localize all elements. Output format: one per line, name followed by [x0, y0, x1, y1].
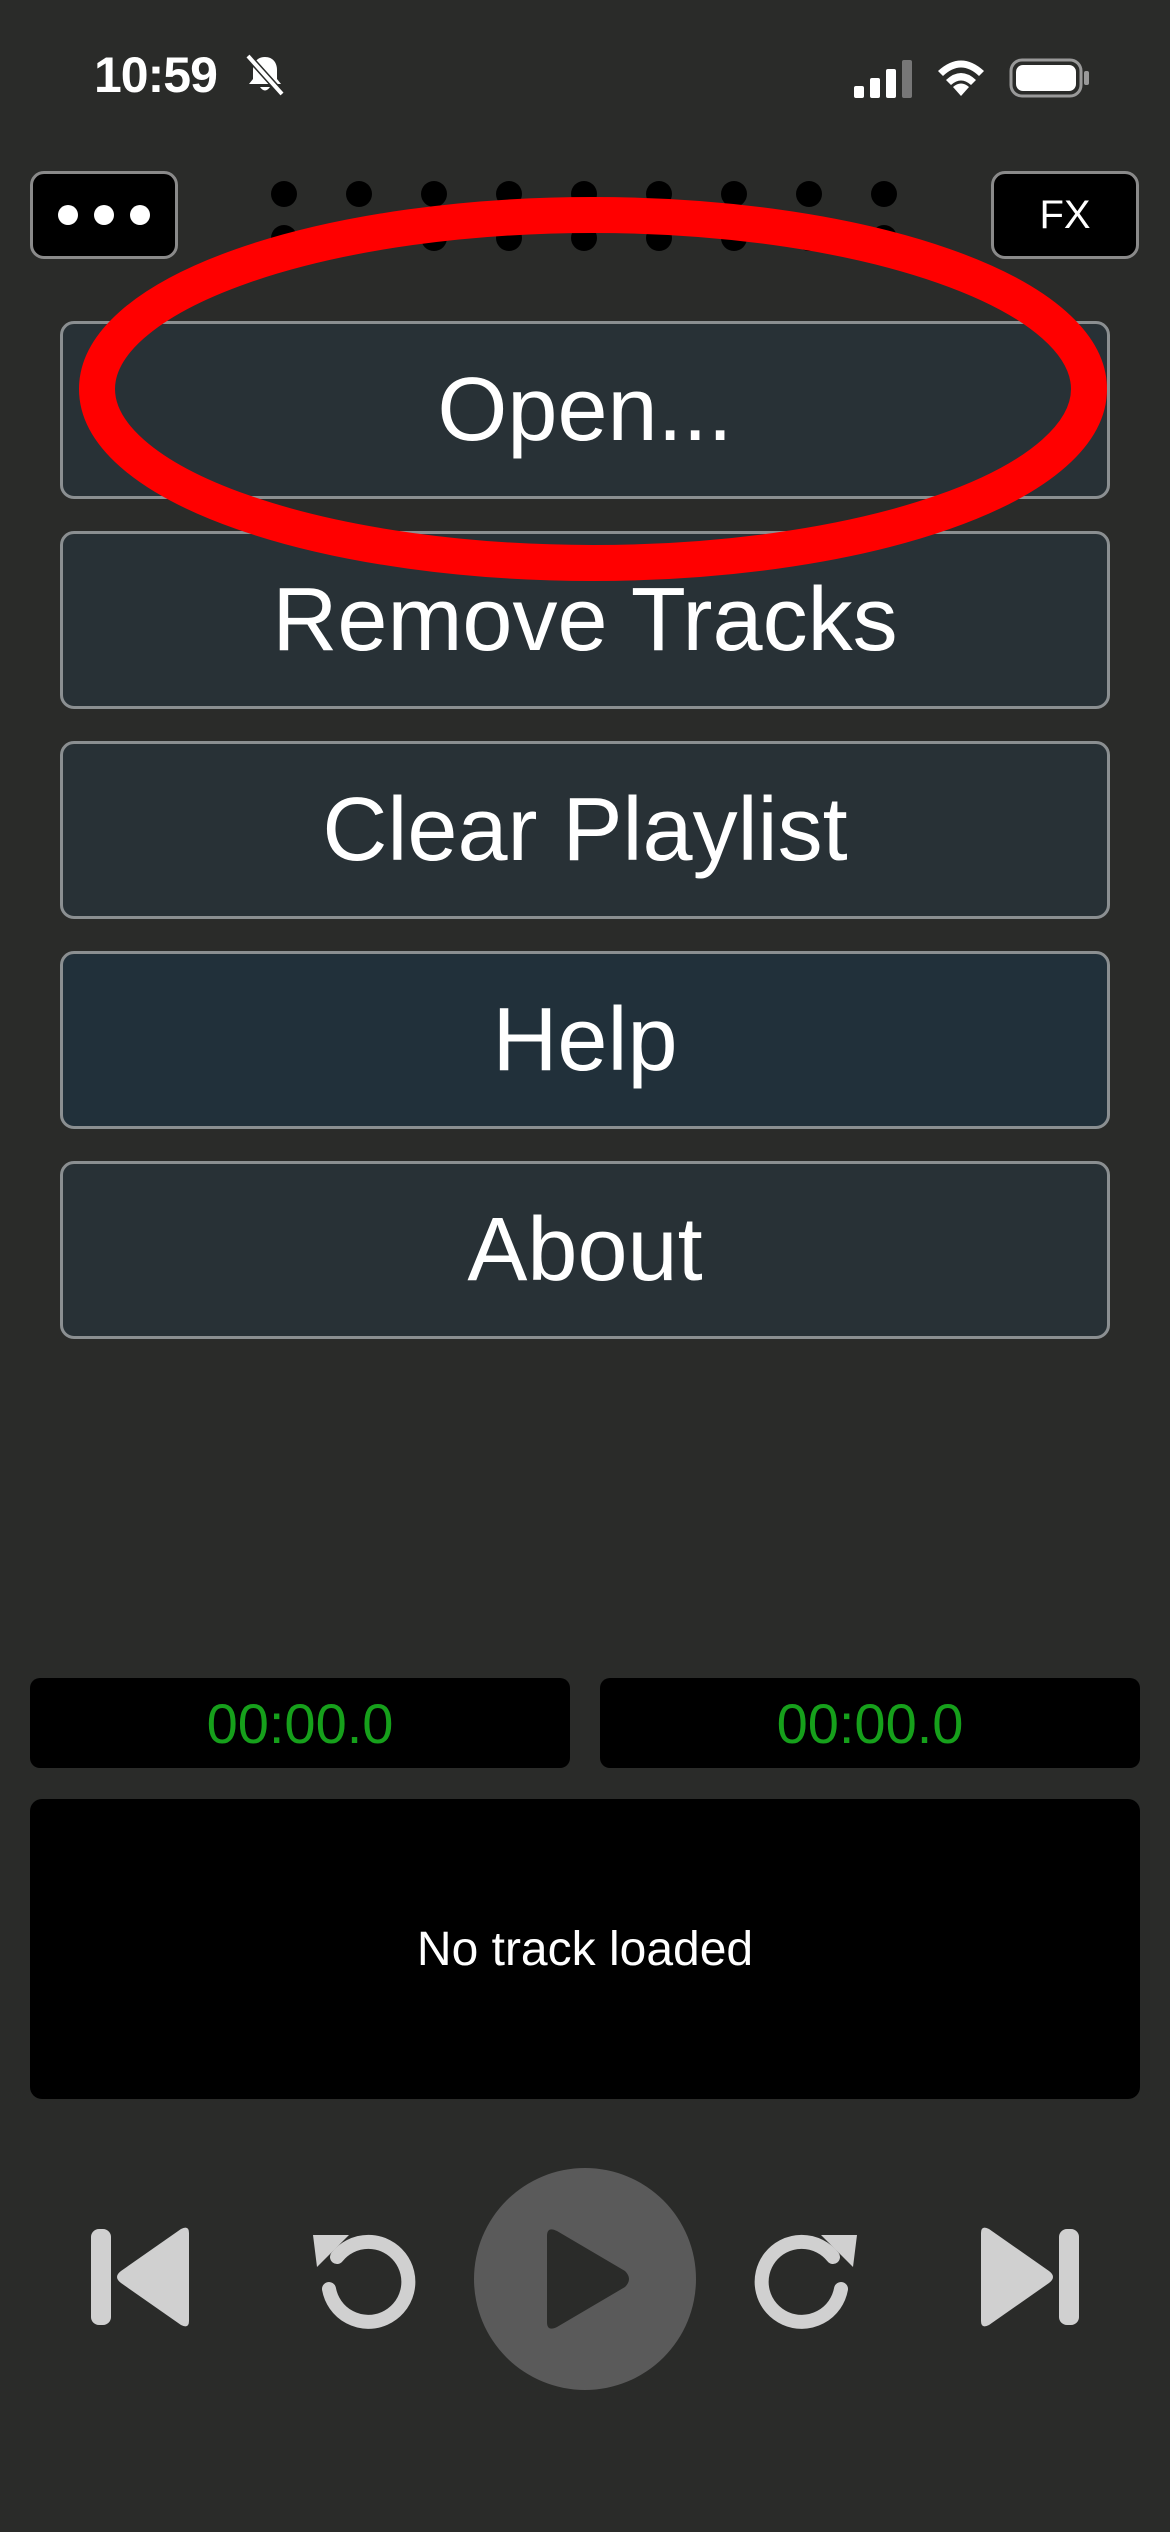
- elapsed-time: 00:00.0: [30, 1678, 570, 1768]
- drag-grip-icon[interactable]: [262, 174, 902, 254]
- play-icon: [547, 2229, 629, 2329]
- cellular-signal-icon: [854, 60, 912, 98]
- status-time: 10:59: [94, 47, 218, 103]
- fx-button[interactable]: FX: [991, 171, 1139, 259]
- about-button[interactable]: About: [60, 1161, 1110, 1339]
- more-options-button[interactable]: [30, 171, 178, 259]
- ellipsis-icon: [58, 205, 78, 225]
- skip-next-icon: [981, 2227, 1079, 2327]
- skip-previous-icon: [91, 2227, 189, 2327]
- battery-icon: [1009, 58, 1089, 98]
- track-status: No track loaded: [416, 1922, 754, 1976]
- skip-previous-button[interactable]: [30, 2166, 252, 2388]
- open-button[interactable]: Open...: [60, 321, 1110, 499]
- rewind-icon: [313, 2234, 416, 2329]
- ellipsis-dot: [130, 205, 150, 225]
- wifi-icon: [938, 60, 984, 96]
- ellipsis-dot: [94, 205, 114, 225]
- fast-forward-icon: [754, 2234, 857, 2329]
- remaining-time: 00:00.0: [600, 1678, 1140, 1768]
- track-display: No track loaded: [30, 1799, 1140, 2099]
- fast-forward-button[interactable]: [696, 2166, 918, 2388]
- clear-playlist-button[interactable]: Clear Playlist: [60, 741, 1110, 919]
- help-button[interactable]: Help: [60, 951, 1110, 1129]
- remove-tracks-button[interactable]: Remove Tracks: [60, 531, 1110, 709]
- rewind-button[interactable]: [252, 2166, 474, 2388]
- bell-slash-icon: [245, 53, 285, 97]
- play-button[interactable]: [474, 2168, 696, 2390]
- skip-next-button[interactable]: [918, 2166, 1140, 2388]
- playlist-menu: Open... Remove Tracks Clear Playlist Hel…: [60, 321, 1110, 1371]
